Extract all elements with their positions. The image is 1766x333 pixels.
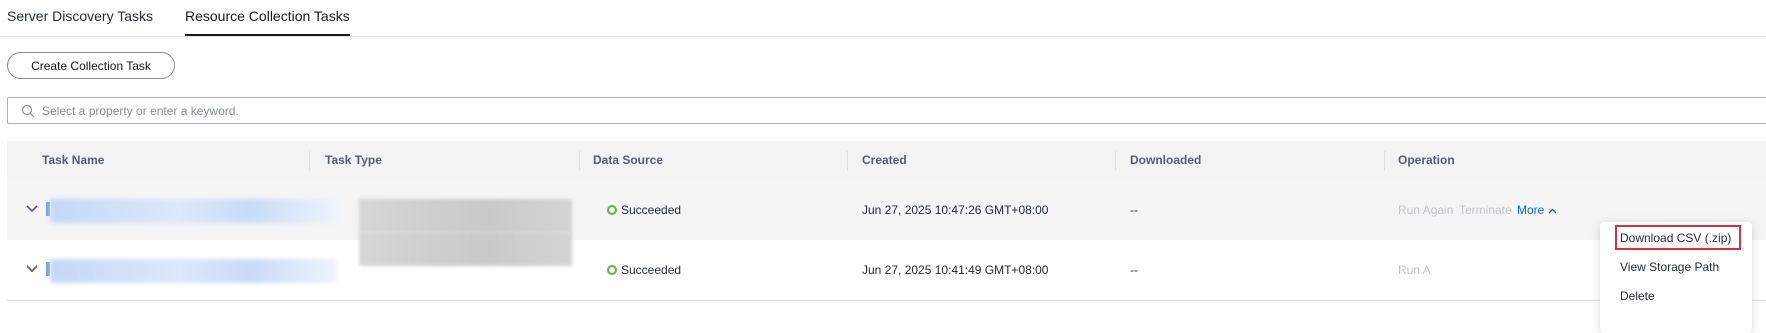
- more-dropdown-menu: Download CSV (.zip) View Storage Path De…: [1600, 222, 1752, 333]
- column-header-data-source[interactable]: Data Source: [593, 153, 663, 167]
- column-header-created[interactable]: Created: [862, 153, 907, 167]
- status-text: Succeeded: [621, 203, 682, 217]
- chevron-up-icon: [1548, 208, 1557, 214]
- menu-item-view-storage-path[interactable]: View Storage Path: [1600, 253, 1752, 282]
- task-type-redacted: [359, 199, 572, 233]
- table-header: Task Name Task Type Data Source Created …: [7, 141, 1766, 180]
- column-header-task-name[interactable]: Task Name: [42, 153, 104, 167]
- search-box[interactable]: [7, 97, 1766, 124]
- downloaded-value: --: [1130, 263, 1138, 277]
- run-again-button[interactable]: Run A: [1398, 263, 1431, 277]
- column-header-task-type[interactable]: Task Type: [325, 153, 382, 167]
- menu-item-delete[interactable]: Delete: [1600, 282, 1752, 311]
- search-icon: [21, 104, 35, 118]
- create-collection-task-button[interactable]: Create Collection Task: [7, 52, 175, 79]
- task-name-redacted[interactable]: [50, 199, 337, 223]
- downloaded-value: --: [1130, 203, 1138, 217]
- run-again-button[interactable]: Run Again: [1398, 203, 1453, 217]
- status-success-icon: [607, 205, 617, 215]
- status-success-icon: [607, 265, 617, 275]
- created-time: Jun 27, 2025 10:47:26 GMT+08:00: [862, 203, 1049, 217]
- column-divider: [847, 151, 848, 171]
- column-divider: [1384, 151, 1385, 171]
- tab-resource-collection-tasks[interactable]: Resource Collection Tasks: [185, 8, 350, 36]
- status-text: Succeeded: [621, 263, 682, 277]
- more-menu-button[interactable]: More: [1517, 203, 1557, 217]
- table-row: Succeeded Jun 27, 2025 10:41:49 GMT+08:0…: [7, 232, 1766, 301]
- tab-server-discovery-tasks[interactable]: Server Discovery Tasks: [7, 8, 153, 24]
- task-name-redacted[interactable]: [50, 259, 337, 283]
- search-input[interactable]: [42, 101, 1642, 120]
- resource-collection-page: Server Discovery Tasks Resource Collecti…: [0, 0, 1766, 333]
- menu-item-download-csv[interactable]: Download CSV (.zip): [1600, 224, 1752, 253]
- created-time: Jun 27, 2025 10:41:49 GMT+08:00: [862, 263, 1049, 277]
- column-divider: [579, 151, 580, 171]
- column-header-operation: Operation: [1398, 153, 1455, 167]
- chevron-down-icon[interactable]: [25, 264, 39, 274]
- task-tabs: Server Discovery Tasks Resource Collecti…: [0, 0, 1766, 37]
- chevron-down-icon[interactable]: [25, 204, 39, 214]
- more-label: More: [1517, 203, 1545, 217]
- column-header-downloaded[interactable]: Downloaded: [1130, 153, 1201, 167]
- column-divider: [1115, 151, 1116, 171]
- task-type-redacted: [359, 232, 572, 266]
- column-divider: [309, 151, 310, 171]
- terminate-button[interactable]: Terminate: [1459, 203, 1512, 217]
- table-row: Succeeded Jun 27, 2025 10:47:26 GMT+08:0…: [7, 180, 1766, 241]
